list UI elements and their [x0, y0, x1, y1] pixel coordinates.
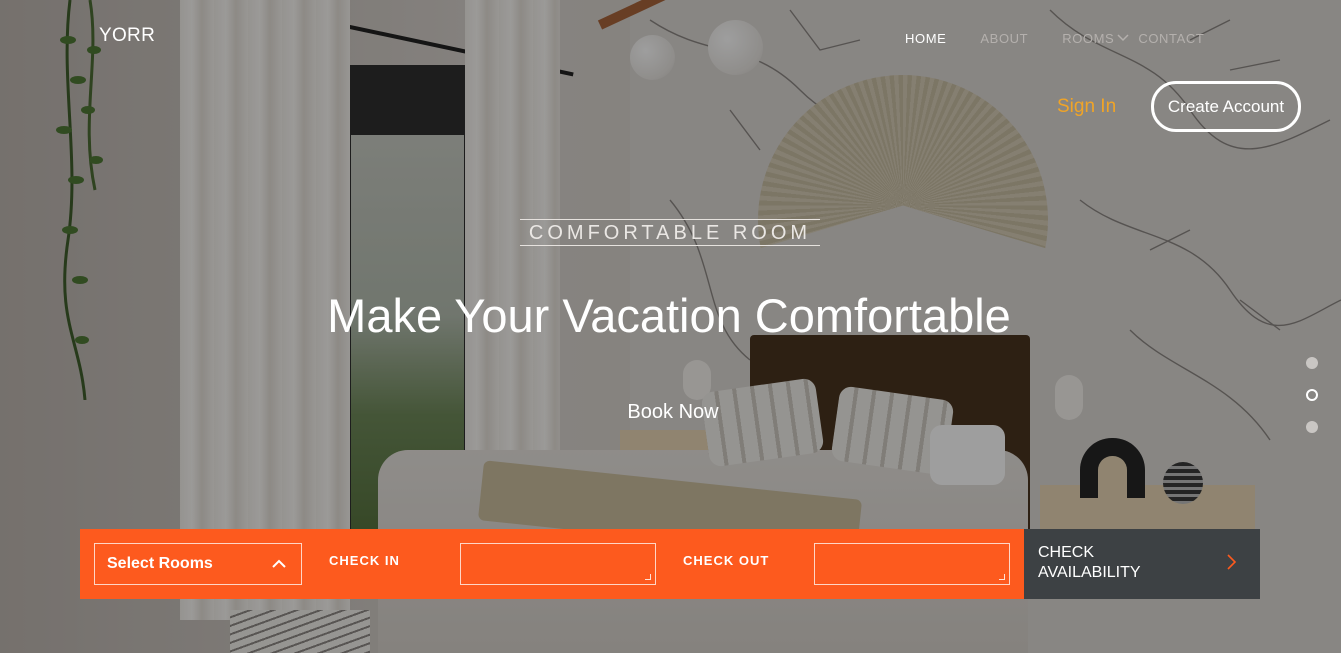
hero-headline-text: Make Your Vacation Comfortable: [327, 289, 1011, 342]
check-availability-label: CHECK AVAILABILITY: [1038, 543, 1158, 583]
hero-headline: Make Your Vacation Comfortable: [0, 288, 1341, 343]
check-availability-text: CHECK AVAILABILITY: [1038, 544, 1141, 581]
site-logo[interactable]: YORR: [99, 25, 155, 47]
check-in-input[interactable]: [460, 543, 656, 585]
slider-dot-2-active[interactable]: [1306, 389, 1318, 401]
chevron-down-icon: [1117, 33, 1129, 41]
check-availability-button[interactable]: CHECK AVAILABILITY: [1024, 529, 1260, 599]
book-now-button[interactable]: Book Now: [573, 401, 773, 424]
booking-bar: Select Rooms CHECK IN CHECK OUT: [80, 529, 1024, 599]
select-rooms-label: Select Rooms: [107, 555, 213, 572]
chevron-up-icon: [272, 559, 286, 568]
check-out-input[interactable]: [814, 543, 1010, 585]
nav-contact[interactable]: CONTACT: [1138, 31, 1204, 46]
chevron-right-icon: [1227, 554, 1237, 570]
slider-dot-1[interactable]: [1306, 357, 1318, 369]
resize-grip-icon: [645, 574, 651, 580]
create-account-button[interactable]: Create Account: [1151, 81, 1301, 132]
select-rooms-dropdown[interactable]: Select Rooms: [94, 543, 302, 585]
sign-in-link[interactable]: Sign In: [1057, 96, 1116, 118]
resize-grip-icon: [999, 574, 1005, 580]
check-out-label: CHECK OUT: [683, 553, 770, 568]
slider-dot-3[interactable]: [1306, 421, 1318, 433]
check-in-label: CHECK IN: [329, 553, 400, 568]
nav-rooms[interactable]: ROOMS: [1062, 31, 1130, 46]
nav-about[interactable]: ABOUT: [980, 31, 1028, 46]
hero-kicker: COMFORTABLE ROOM: [520, 219, 820, 246]
nav-home[interactable]: HOME: [905, 31, 946, 46]
main-nav: HOME ABOUT ROOMS CONTACT: [905, 31, 1204, 46]
nav-rooms-label: ROOMS: [1062, 31, 1115, 46]
